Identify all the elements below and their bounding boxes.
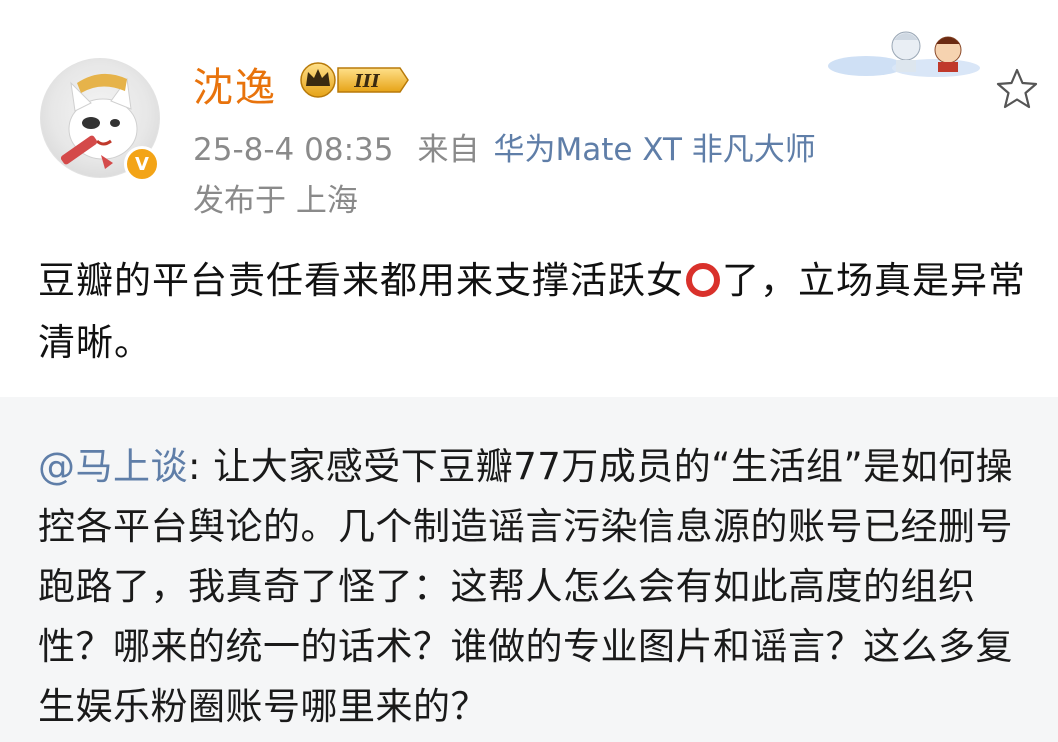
vip-level-text: III <box>353 71 380 92</box>
post-location: 发布于 上海 <box>193 183 358 219</box>
timestamp: 25-8-4 08:35 <box>193 132 394 168</box>
quoted-post-content: @马上谈: 让大家感受下豆瓣77万成员的“生活组”是如何操控各平台舆论的。几个制… <box>38 437 1048 737</box>
username[interactable]: 沈逸 <box>193 55 277 113</box>
decorative-cartoon-sticker <box>826 22 986 86</box>
from-label: 来自 <box>417 132 480 168</box>
quoted-post[interactable]: @马上谈: 让大家感受下豆瓣77万成员的“生活组”是如何操控各平台舆论的。几个制… <box>0 397 1058 742</box>
post-meta: 25-8-4 08:35 来自 华为Mate XT 非凡大师 <box>193 124 816 169</box>
weibo-post: V 沈逸 III 25-8-4 08:35 来自 华为Mate XT 非凡大师 … <box>0 0 1058 742</box>
red-ring-icon <box>686 263 720 297</box>
star-outline-icon <box>996 68 1038 109</box>
avatar[interactable]: V <box>40 58 160 182</box>
quoted-author-mention[interactable]: @马上谈 <box>38 445 188 488</box>
verified-v-icon: V <box>124 146 160 182</box>
favorite-star-button[interactable] <box>994 66 1040 112</box>
post-content: 豆瓣的平台责任看来都用来支撑活跃女 了，立场真是异常清晰。 <box>38 250 1038 374</box>
vip-level-badge[interactable]: III <box>294 60 410 104</box>
device-link[interactable]: 华为Mate XT 非凡大师 <box>493 132 815 168</box>
post-content-part-1: 豆瓣的平台责任看来都用来支撑活跃女 <box>38 259 684 302</box>
